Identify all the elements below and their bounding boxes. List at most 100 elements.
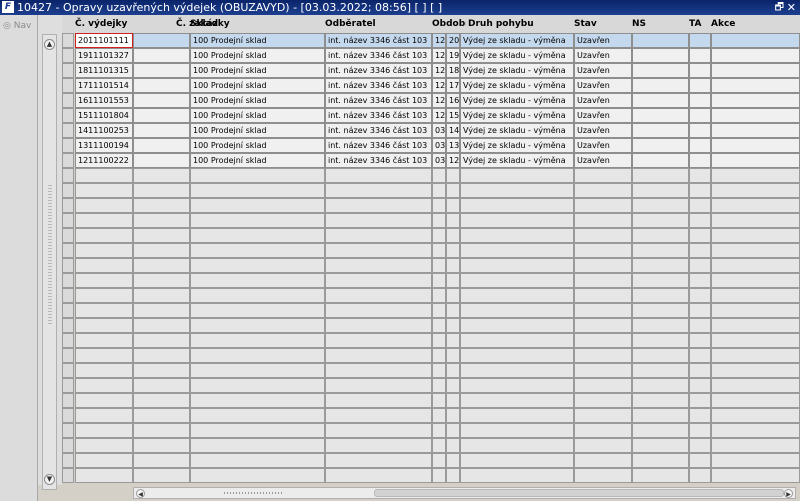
cell-akce[interactable] xyxy=(711,93,800,108)
cell-stav[interactable] xyxy=(574,378,632,393)
cell-stav[interactable]: Uzavřen xyxy=(574,93,632,108)
cell-sklad[interactable]: 100 Prodejní sklad xyxy=(190,123,325,138)
cell-cislo[interactable]: 1811101315 xyxy=(75,63,133,78)
cell-ta[interactable] xyxy=(689,303,711,318)
cell-sklad[interactable] xyxy=(190,408,325,423)
cell-obd1[interactable]: 12 xyxy=(432,108,446,123)
cell-stav[interactable] xyxy=(574,408,632,423)
cell-obd1[interactable] xyxy=(432,243,446,258)
cell-akce[interactable] xyxy=(711,453,800,468)
cell-akce[interactable] xyxy=(711,198,800,213)
cell-druh[interactable] xyxy=(460,198,574,213)
cell-obd2[interactable] xyxy=(446,198,460,213)
cell-odberatel[interactable] xyxy=(325,393,432,408)
row-selector[interactable] xyxy=(62,258,74,273)
cell-cislo[interactable] xyxy=(75,303,133,318)
cell-stav[interactable] xyxy=(574,258,632,273)
cell-ns[interactable] xyxy=(632,93,689,108)
cell-cislo[interactable] xyxy=(75,228,133,243)
cell-obd2[interactable] xyxy=(446,423,460,438)
cell-ta[interactable] xyxy=(689,153,711,168)
cell-druh[interactable] xyxy=(460,213,574,228)
hscroll-thumb[interactable] xyxy=(374,489,784,497)
cell-ta[interactable] xyxy=(689,273,711,288)
cell-sklad[interactable] xyxy=(190,423,325,438)
cell-zakazka[interactable] xyxy=(133,273,190,288)
cell-zakazka[interactable] xyxy=(133,138,190,153)
cell-ns[interactable] xyxy=(632,153,689,168)
cell-obd2[interactable] xyxy=(446,348,460,363)
cell-obd2[interactable] xyxy=(446,318,460,333)
cell-obd1[interactable] xyxy=(432,228,446,243)
row-selector[interactable] xyxy=(62,108,74,123)
cell-ns[interactable] xyxy=(632,123,689,138)
cell-akce[interactable] xyxy=(711,378,800,393)
table-row[interactable] xyxy=(62,303,800,318)
cell-stav[interactable] xyxy=(574,228,632,243)
cell-zakazka[interactable] xyxy=(133,453,190,468)
cell-ns[interactable] xyxy=(632,318,689,333)
cell-obd1[interactable]: 12 xyxy=(432,93,446,108)
cell-odberatel[interactable] xyxy=(325,168,432,183)
cell-sklad[interactable] xyxy=(190,168,325,183)
cell-odberatel[interactable]: int. název 3346 část 103 xyxy=(325,33,432,48)
cell-zakazka[interactable] xyxy=(133,363,190,378)
cell-sklad[interactable]: 100 Prodejní sklad xyxy=(190,108,325,123)
cell-ta[interactable] xyxy=(689,213,711,228)
cell-ta[interactable] xyxy=(689,168,711,183)
row-selector[interactable] xyxy=(62,453,74,468)
cell-akce[interactable] xyxy=(711,423,800,438)
cell-odberatel[interactable] xyxy=(325,333,432,348)
cell-sklad[interactable] xyxy=(190,288,325,303)
table-row[interactable] xyxy=(62,453,800,468)
cell-ns[interactable] xyxy=(632,183,689,198)
cell-druh[interactable] xyxy=(460,318,574,333)
cell-sklad[interactable] xyxy=(190,438,325,453)
cell-odberatel[interactable] xyxy=(325,423,432,438)
cell-odberatel[interactable]: int. název 3346 část 103 xyxy=(325,108,432,123)
cell-stav[interactable] xyxy=(574,273,632,288)
cell-cislo[interactable] xyxy=(75,453,133,468)
cell-cislo[interactable] xyxy=(75,363,133,378)
cell-obd2[interactable] xyxy=(446,363,460,378)
cell-cislo[interactable] xyxy=(75,318,133,333)
cell-stav[interactable]: Uzavřen xyxy=(574,48,632,63)
cell-ta[interactable] xyxy=(689,423,711,438)
cell-obd1[interactable] xyxy=(432,258,446,273)
cell-stav[interactable] xyxy=(574,423,632,438)
cell-zakazka[interactable] xyxy=(133,333,190,348)
cell-cislo[interactable]: 2011101111 xyxy=(75,33,133,48)
cell-zakazka[interactable] xyxy=(133,63,190,78)
cell-ta[interactable] xyxy=(689,63,711,78)
table-row[interactable]: 1311100194 100 Prodejní sklad int. název 3… xyxy=(62,138,800,153)
cell-akce[interactable] xyxy=(711,318,800,333)
cell-ns[interactable] xyxy=(632,363,689,378)
cell-akce[interactable] xyxy=(711,63,800,78)
cell-obd1[interactable] xyxy=(432,183,446,198)
nav-panel[interactable]: ◎ Nav xyxy=(0,15,38,501)
cell-stav[interactable] xyxy=(574,168,632,183)
restore-icon[interactable]: 🗗 xyxy=(775,0,784,15)
cell-odberatel[interactable] xyxy=(325,213,432,228)
cell-obd2[interactable]: 19 xyxy=(446,48,460,63)
cell-obd1[interactable] xyxy=(432,408,446,423)
table-row[interactable] xyxy=(62,333,800,348)
cell-odberatel[interactable] xyxy=(325,183,432,198)
cell-druh[interactable] xyxy=(460,183,574,198)
cell-zakazka[interactable] xyxy=(133,153,190,168)
cell-cislo[interactable] xyxy=(75,423,133,438)
cell-obd1[interactable]: 03 xyxy=(432,153,446,168)
cell-obd1[interactable]: 12 xyxy=(432,63,446,78)
table-row[interactable]: 1811101315 100 Prodejní sklad int. název 3… xyxy=(62,63,800,78)
cell-obd1[interactable] xyxy=(432,288,446,303)
table-row[interactable] xyxy=(62,423,800,438)
cell-obd1[interactable] xyxy=(432,378,446,393)
cell-cislo[interactable]: 1311100194 xyxy=(75,138,133,153)
cell-obd2[interactable] xyxy=(446,333,460,348)
cell-stav[interactable] xyxy=(574,318,632,333)
table-row[interactable]: 1711101514 100 Prodejní sklad int. název 3… xyxy=(62,78,800,93)
row-selector[interactable] xyxy=(62,393,74,408)
cell-ns[interactable] xyxy=(632,303,689,318)
cell-ta[interactable] xyxy=(689,408,711,423)
row-selector[interactable] xyxy=(62,318,74,333)
